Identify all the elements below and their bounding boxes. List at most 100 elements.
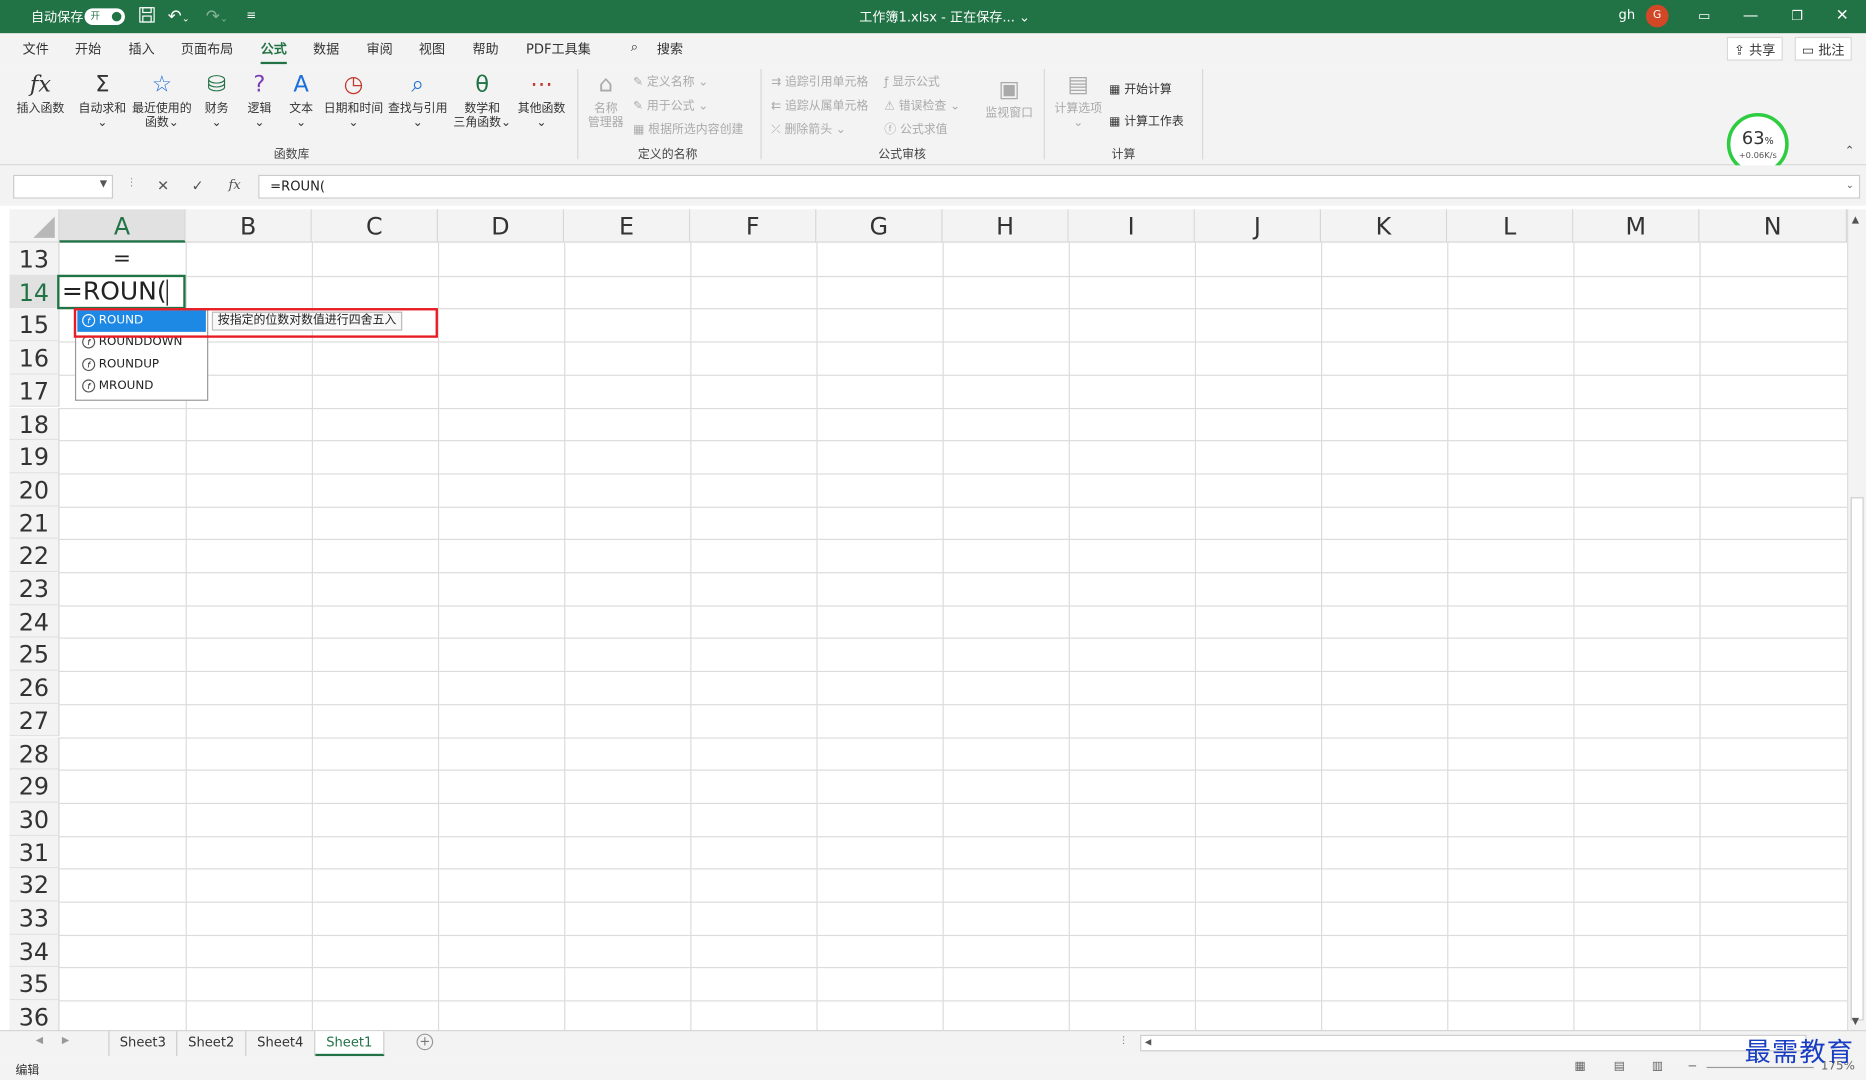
create-from-selection-button[interactable]: ▦ 根据所选内容创建: [633, 119, 743, 137]
tab-formulas[interactable]: 公式: [260, 39, 287, 65]
normal-view-icon[interactable]: ▦: [1575, 1060, 1586, 1073]
trace-precedents-button[interactable]: ⇉ 追踪引用单元格: [771, 71, 868, 89]
tab-insert[interactable]: 插入: [129, 39, 155, 58]
tab-data[interactable]: 数据: [313, 39, 339, 58]
sheet-tab-sheet4[interactable]: Sheet4: [246, 1031, 316, 1057]
column-header-e[interactable]: E: [564, 209, 691, 243]
autosave-toggle[interactable]: 开: [84, 8, 125, 25]
show-formulas-button[interactable]: ƒ 显示公式: [884, 71, 940, 89]
column-header-c[interactable]: C: [311, 209, 438, 243]
calc-sheet-button[interactable]: ▦ 计算工作表: [1109, 111, 1184, 128]
autocomplete-item-mround[interactable]: f MROUND: [77, 376, 206, 397]
tab-view[interactable]: 视图: [419, 39, 445, 58]
scroll-thumb[interactable]: [1850, 497, 1864, 1021]
row-header-27[interactable]: 27: [9, 703, 60, 737]
column-header-g[interactable]: G: [816, 209, 943, 243]
column-header-a[interactable]: A: [59, 209, 186, 243]
row-header-22[interactable]: 22: [9, 539, 60, 573]
minimize-icon[interactable]: —: [1739, 5, 1763, 29]
more-functions-button[interactable]: ⋯ 其他函数 ⌄: [518, 69, 566, 131]
lookup-button[interactable]: ⌕ 查找与引用 ⌄: [388, 69, 448, 131]
avatar[interactable]: G: [1645, 4, 1669, 28]
add-sheet-icon[interactable]: +: [416, 1033, 434, 1051]
row-header-19[interactable]: 19: [9, 440, 60, 474]
autosum-button[interactable]: Σ 自动求和 ⌄: [79, 69, 127, 131]
row-header-33[interactable]: 33: [9, 901, 60, 935]
scroll-left-icon[interactable]: ◀: [1145, 1037, 1151, 1047]
tab-file[interactable]: 文件: [23, 39, 49, 58]
name-manager-button[interactable]: ⌂ 名称 管理器: [588, 69, 624, 131]
row-header-21[interactable]: 21: [9, 506, 60, 540]
tab-page-layout[interactable]: 页面布局: [181, 39, 233, 58]
enter-icon[interactable]: ✓: [192, 177, 204, 194]
row-header-35[interactable]: 35: [9, 967, 60, 1001]
undo-icon[interactable]: ↶⌄: [168, 6, 190, 30]
column-header-b[interactable]: B: [185, 209, 312, 243]
define-name-button[interactable]: ✎ 定义名称 ⌄: [633, 71, 708, 89]
next-sheet-icon[interactable]: ▶: [62, 1035, 69, 1046]
sheet-tab-sheet2[interactable]: Sheet2: [177, 1031, 247, 1057]
row-header-30[interactable]: 30: [9, 802, 60, 836]
row-header-26[interactable]: 26: [9, 670, 60, 704]
row-header-23[interactable]: 23: [9, 572, 60, 606]
calc-now-button[interactable]: ▦ 开始计算: [1109, 79, 1172, 96]
ribbon-display-icon[interactable]: ▭: [1692, 5, 1716, 29]
expand-formula-icon[interactable]: ⌄: [1846, 180, 1854, 191]
error-checking-button[interactable]: ⚠ 错误检查 ⌄: [884, 95, 960, 113]
vertical-scrollbar[interactable]: ▲ ▼: [1847, 209, 1866, 1031]
row-header-36[interactable]: 36: [9, 1000, 60, 1034]
row-header-14[interactable]: 14: [9, 275, 60, 309]
tab-review[interactable]: 审阅: [367, 39, 393, 58]
select-all-corner[interactable]: [9, 209, 60, 243]
scroll-up-icon[interactable]: ▲: [1852, 214, 1859, 225]
tab-help[interactable]: 帮助: [472, 39, 498, 58]
financial-button[interactable]: ⛁ 财务 ⌄: [202, 69, 231, 131]
column-header-d[interactable]: D: [437, 209, 565, 243]
row-header-24[interactable]: 24: [9, 605, 60, 638]
watch-window-button[interactable]: ▣ 监视窗口: [985, 74, 1033, 122]
trace-dependents-button[interactable]: ⇇ 追踪从属单元格: [771, 95, 868, 113]
restore-icon[interactable]: ❐: [1785, 5, 1809, 29]
row-header-18[interactable]: 18: [9, 407, 60, 441]
tab-splitter-icon[interactable]: ⋮: [1119, 1035, 1129, 1046]
column-header-l[interactable]: L: [1447, 209, 1574, 243]
datetime-button[interactable]: ◷ 日期和时间 ⌄: [324, 69, 384, 131]
row-header-16[interactable]: 16: [9, 341, 60, 375]
zoom-out-icon[interactable]: −: [1688, 1060, 1698, 1073]
row-header-29[interactable]: 29: [9, 769, 60, 803]
evaluate-formula-button[interactable]: ⓕ 公式求值: [884, 119, 947, 137]
row-header-28[interactable]: 28: [9, 736, 60, 770]
name-box-dropdown-icon[interactable]: ▼: [100, 178, 107, 189]
row-header-17[interactable]: 17: [9, 374, 60, 408]
worksheet-grid[interactable]: ABCDEFGHIJKLMN 13 14 15 16 17 18 19 20 21 22 23 24 2…: [0, 209, 1848, 1035]
row-header-15[interactable]: 15: [9, 308, 60, 342]
save-icon[interactable]: [138, 6, 156, 30]
prev-sheet-icon[interactable]: ◀: [36, 1035, 43, 1046]
redo-icon[interactable]: ↷⌄: [206, 6, 228, 30]
tab-pdf-tools[interactable]: PDF工具集: [526, 39, 591, 58]
cancel-icon[interactable]: ✕: [157, 177, 169, 194]
comments-button[interactable]: ▭ 批注: [1794, 36, 1852, 61]
page-layout-view-icon[interactable]: ▤: [1614, 1060, 1625, 1073]
column-header-n[interactable]: N: [1699, 209, 1848, 243]
insert-function-button[interactable]: fx 插入函数: [17, 69, 65, 117]
sheet-tab-sheet1[interactable]: Sheet1: [315, 1031, 385, 1057]
formula-input[interactable]: =ROUN(: [258, 174, 1861, 199]
horizontal-scrollbar[interactable]: ◀: [1140, 1034, 1807, 1052]
close-icon[interactable]: ✕: [1830, 5, 1854, 29]
calc-options-button[interactable]: ▤ 计算选项 ⌄: [1054, 69, 1102, 131]
sheet-tab-sheet3[interactable]: Sheet3: [108, 1031, 178, 1057]
row-header-13[interactable]: 13: [9, 242, 60, 276]
row-header-20[interactable]: 20: [9, 473, 60, 507]
row-header-25[interactable]: 25: [9, 637, 60, 671]
remove-arrows-button[interactable]: ⤫ 删除箭头 ⌄: [771, 119, 846, 137]
collapse-ribbon-icon[interactable]: ⌃: [1845, 145, 1855, 158]
recent-functions-button[interactable]: ☆ 最近使用的 函数⌄: [132, 69, 192, 131]
scroll-down-icon[interactable]: ▼: [1852, 1016, 1859, 1027]
row-header-34[interactable]: 34: [9, 934, 60, 968]
name-box[interactable]: ▼: [13, 174, 114, 199]
row-header-32[interactable]: 32: [9, 868, 60, 902]
column-header-h[interactable]: H: [942, 209, 1069, 243]
column-header-m[interactable]: M: [1573, 209, 1700, 243]
column-header-i[interactable]: I: [1068, 209, 1195, 243]
